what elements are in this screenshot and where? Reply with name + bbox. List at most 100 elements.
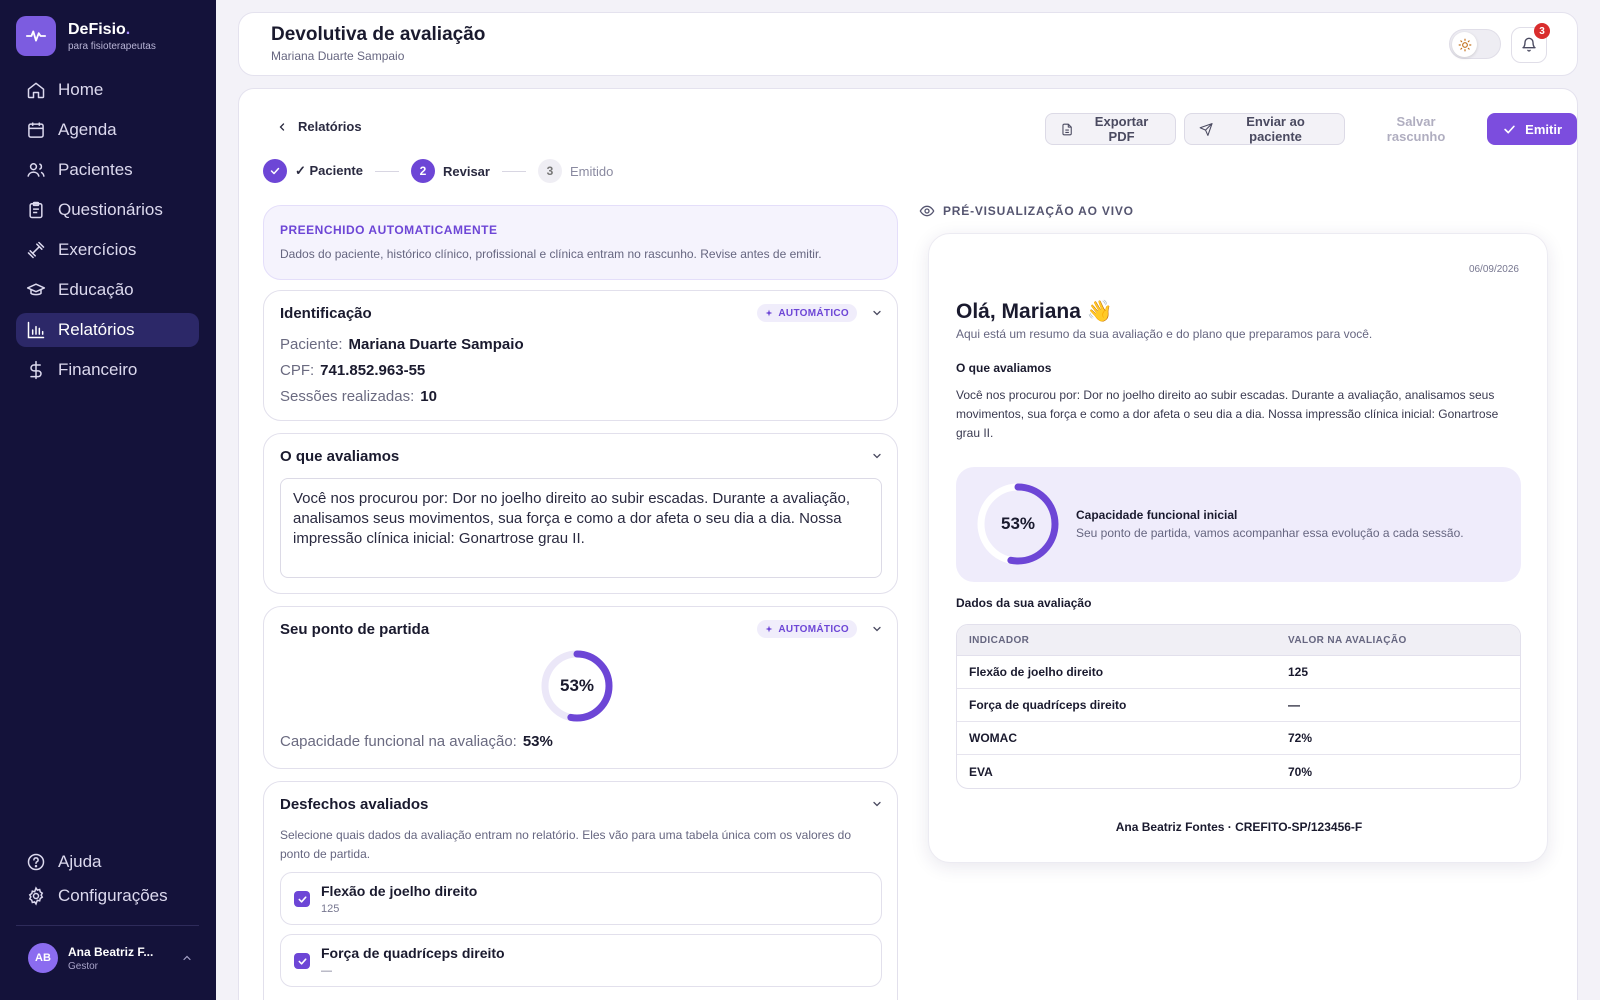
step-1-done: [263, 159, 287, 183]
checkbox-checked[interactable]: [294, 953, 310, 969]
nav-item-financeiro[interactable]: Financeiro: [16, 353, 199, 387]
table-cell: 70%: [1288, 764, 1313, 779]
dollar-icon: [30, 360, 42, 380]
main-panel: Relatórios Exportar PDF Enviar ao pacien…: [238, 88, 1578, 1000]
back-link[interactable]: Relatórios: [276, 119, 362, 134]
outcomes-card: Desfechos avaliados Selecione quais dado…: [263, 781, 898, 1000]
sidebar: DeFisio. para fisioterapeutas Home Agend…: [0, 0, 216, 1000]
card-title: Desfechos avaliados: [280, 796, 429, 813]
sessions-row: Sessões realizadas: 10: [280, 388, 437, 405]
outcome-value: —: [321, 965, 332, 977]
nav-label: Relatórios: [58, 320, 135, 339]
starting-point-card: Seu ponto de partida AUTOMÁTICO 53% Capa…: [263, 606, 898, 769]
sun-icon: [1458, 38, 1471, 51]
send-to-patient-button[interactable]: Enviar ao paciente: [1183, 113, 1345, 145]
home-icon: [27, 82, 45, 99]
pulse-logo-icon: [16, 16, 56, 56]
step-label: Revisar: [442, 163, 490, 179]
nav-label: Configurações: [58, 886, 168, 905]
chevron-down-icon[interactable]: [871, 307, 883, 319]
preview-evaluated-title: O que avaliamos: [956, 361, 1052, 375]
step-connector: [374, 170, 399, 172]
capacity-box: 53% Capacidade funcional inicial Seu pon…: [956, 467, 1521, 582]
preview-label-text: PRÉ-VISUALIZAÇÃO AO VIVO: [943, 204, 1134, 218]
nav-item-ajuda[interactable]: Ajuda: [16, 845, 199, 879]
outcomes-description: Selecione quais dados da avaliação entra…: [280, 828, 852, 861]
badge-label: AUTOMÁTICO: [778, 623, 849, 635]
export-pdf-button[interactable]: Exportar PDF: [1045, 113, 1176, 145]
outcome-item[interactable]: Força de quadríceps direito —: [280, 934, 882, 987]
table-cell: 125: [1288, 665, 1309, 679]
nav-item-configuracoes[interactable]: Configurações: [16, 879, 199, 913]
user-menu[interactable]: AB Ana Beatriz F... Gestor: [16, 943, 199, 973]
nav-item-home[interactable]: Home: [16, 73, 199, 107]
brand[interactable]: DeFisio. para fisioterapeutas: [16, 16, 156, 56]
column-header: VALOR NA AVALIAÇÃO: [1288, 634, 1407, 646]
field-label: Sessões realizadas:: [280, 388, 415, 405]
toggle-knob: [1452, 32, 1477, 57]
table-row: Flexão de joelho direito 125: [957, 656, 1520, 689]
page-header: Devolutiva de avaliação Mariana Duarte S…: [238, 12, 1578, 76]
table-cell: 72%: [1288, 731, 1313, 745]
nav-item-relatorios[interactable]: Relatórios: [16, 313, 199, 347]
outcome-label: Flexão de joelho direito: [321, 883, 478, 899]
send-icon: [1199, 122, 1213, 136]
card-title: Identificação: [280, 305, 372, 322]
nav-item-exercicios[interactable]: Exercícios: [16, 233, 199, 267]
live-preview-document: 06/09/2026 Olá, Mariana 👋 Aqui está um r…: [928, 233, 1548, 863]
notifications-button[interactable]: 3: [1511, 23, 1550, 63]
step-3-todo: 3: [537, 159, 562, 183]
nav-item-questionarios[interactable]: Questionários: [16, 193, 199, 227]
sessions-value: 10: [420, 388, 437, 405]
outcome-item[interactable]: Flexão de joelho direito 125: [280, 872, 882, 925]
chevron-down-icon[interactable]: [871, 623, 883, 635]
nav-item-pacientes[interactable]: Pacientes: [16, 153, 199, 187]
cpf-value: 741.852.963-55: [320, 362, 426, 379]
bar-chart-icon: [27, 321, 45, 339]
capacity-ring: 53%: [540, 649, 614, 723]
preview-evaluated-text: Você nos procurou por: Dor no joelho dir…: [956, 388, 1499, 440]
button-label: Exportar PDF: [1094, 114, 1149, 144]
main-nav: Home Agenda Pacientes Questionários Exer…: [16, 73, 199, 393]
step-connector: [501, 170, 526, 172]
table-row: EVA 70%: [957, 755, 1520, 788]
bell-icon: [1522, 37, 1536, 52]
evaluation-table: INDICADOR VALOR NA AVALIAÇÃO Flexão de j…: [956, 624, 1521, 789]
nav-label: Ajuda: [58, 852, 102, 871]
badge-label: AUTOMÁTICO: [778, 307, 849, 319]
save-draft-button[interactable]: Salvar rascunho: [1352, 113, 1480, 145]
capacity-title: Capacidade funcional inicial: [1076, 508, 1238, 522]
notice-title: PREENCHIDO AUTOMATICAMENTE: [280, 223, 498, 237]
avatar: AB: [28, 943, 58, 973]
table-header: INDICADOR VALOR NA AVALIAÇÃO: [957, 625, 1520, 656]
preview-signature: Ana Beatriz Fontes · CREFITO-SP/123456-F: [1115, 820, 1363, 834]
preview-date: 06/09/2026: [1468, 264, 1519, 275]
table-row: WOMAC 72%: [957, 722, 1520, 755]
card-title: Seu ponto de partida: [280, 621, 430, 638]
preview-label: PRÉ-VISUALIZAÇÃO AO VIVO: [919, 203, 1134, 219]
help-icon: [27, 853, 45, 871]
checkbox-checked[interactable]: [294, 891, 310, 907]
calendar-icon: [28, 122, 44, 138]
sidebar-divider: [16, 925, 199, 926]
chevron-down-icon[interactable]: [871, 450, 883, 462]
evaluated-card: O que avaliamos Você nos procurou por: D…: [263, 433, 898, 594]
outcome-label: Força de quadríceps direito: [321, 945, 505, 961]
patient-name: Mariana Duarte Sampaio: [348, 336, 524, 353]
check-icon: [270, 167, 280, 175]
ring-percent: 53%: [559, 676, 595, 695]
capacity-value: 53%: [522, 733, 553, 750]
theme-toggle[interactable]: [1449, 29, 1501, 59]
step-label: ✓ Paciente: [295, 163, 363, 178]
notice-text: Dados do paciente, histórico clínico, pr…: [280, 247, 822, 261]
capacity-caption: Capacidade funcional na avaliação: 53%: [280, 733, 553, 750]
chevron-down-icon[interactable]: [871, 798, 883, 810]
emit-button[interactable]: Emitir: [1487, 113, 1577, 145]
nav-item-agenda[interactable]: Agenda: [16, 113, 199, 147]
cpf-row: CPF: 741.852.963-55: [280, 362, 425, 379]
evaluated-textarea[interactable]: Você nos procurou por: Dor no joelho dir…: [280, 478, 882, 578]
field-label: Capacidade funcional na avaliação:: [280, 733, 517, 750]
sparkle-icon: [766, 625, 773, 633]
nav-item-educacao[interactable]: Educação: [16, 273, 199, 307]
button-label: Enviar ao paciente: [1246, 114, 1305, 144]
